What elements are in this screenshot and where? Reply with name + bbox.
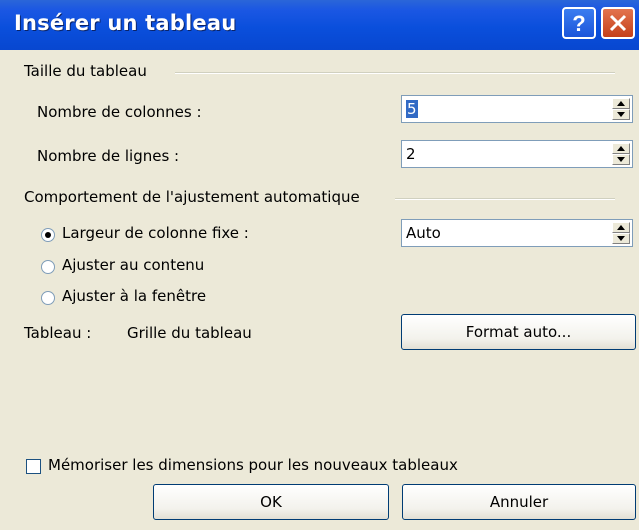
title-bar[interactable]: Insérer un tableau ? [0, 0, 639, 50]
fixed-width-spinner[interactable]: Auto [401, 219, 633, 247]
dialog-title: Insérer un tableau [14, 11, 237, 35]
columns-value[interactable]: 5 [406, 100, 418, 118]
rows-spinner[interactable]: 2 [401, 140, 633, 168]
size-group-divider [175, 72, 615, 74]
rows-label: Nombre de lignes : [37, 147, 180, 165]
remember-dimensions-checkbox[interactable] [26, 459, 41, 474]
svg-text:?: ? [572, 11, 585, 36]
columns-spin-arrows[interactable] [612, 98, 630, 120]
dialog-body: Taille du tableau Nombre de colonnes : 5… [0, 50, 639, 530]
columns-decrement-button[interactable] [612, 109, 630, 120]
rows-decrement-button[interactable] [612, 154, 630, 165]
radio-selected-dot [45, 232, 51, 238]
table-style-label: Tableau : [24, 324, 92, 342]
close-button[interactable] [601, 7, 635, 39]
size-group-title: Taille du tableau [24, 62, 147, 80]
fixed-width-decrement-button[interactable] [612, 233, 630, 244]
fit-content-label[interactable]: Ajuster au contenu [62, 256, 204, 274]
table-style-value: Grille du tableau [127, 324, 252, 342]
fit-window-label[interactable]: Ajuster à la fenêtre [62, 287, 206, 305]
columns-label: Nombre de colonnes : [37, 103, 202, 121]
arrow-down-icon [617, 112, 625, 117]
fixed-width-label[interactable]: Largeur de colonne fixe : [62, 224, 249, 242]
close-icon [609, 14, 627, 32]
fixed-width-spin-arrows[interactable] [612, 222, 630, 244]
arrow-up-icon [617, 225, 625, 230]
arrow-up-icon [617, 101, 625, 106]
radio-fixed-width[interactable] [41, 228, 55, 242]
arrow-down-icon [617, 236, 625, 241]
insert-table-dialog: Insérer un tableau ? Taille du tableau N… [0, 0, 639, 530]
columns-increment-button[interactable] [612, 98, 630, 109]
arrow-down-icon [617, 157, 625, 162]
format-auto-button[interactable]: Format auto... [401, 314, 636, 350]
help-button[interactable]: ? [562, 7, 596, 39]
fixed-width-value[interactable]: Auto [406, 224, 441, 242]
columns-spinner[interactable]: 5 [401, 95, 633, 123]
remember-dimensions-label[interactable]: Mémoriser les dimensions pour les nouvea… [48, 456, 458, 474]
rows-increment-button[interactable] [612, 143, 630, 154]
help-icon: ? [572, 11, 585, 36]
cancel-button[interactable]: Annuler [402, 484, 636, 520]
radio-fit-content[interactable] [41, 260, 55, 274]
radio-fit-window[interactable] [41, 291, 55, 305]
autofit-group-title: Comportement de l'ajustement automatique [24, 188, 360, 206]
fixed-width-increment-button[interactable] [612, 222, 630, 233]
autofit-group-divider [395, 198, 615, 200]
rows-value[interactable]: 2 [406, 145, 416, 163]
arrow-up-icon [617, 146, 625, 151]
ok-button[interactable]: OK [153, 484, 389, 520]
rows-spin-arrows[interactable] [612, 143, 630, 165]
